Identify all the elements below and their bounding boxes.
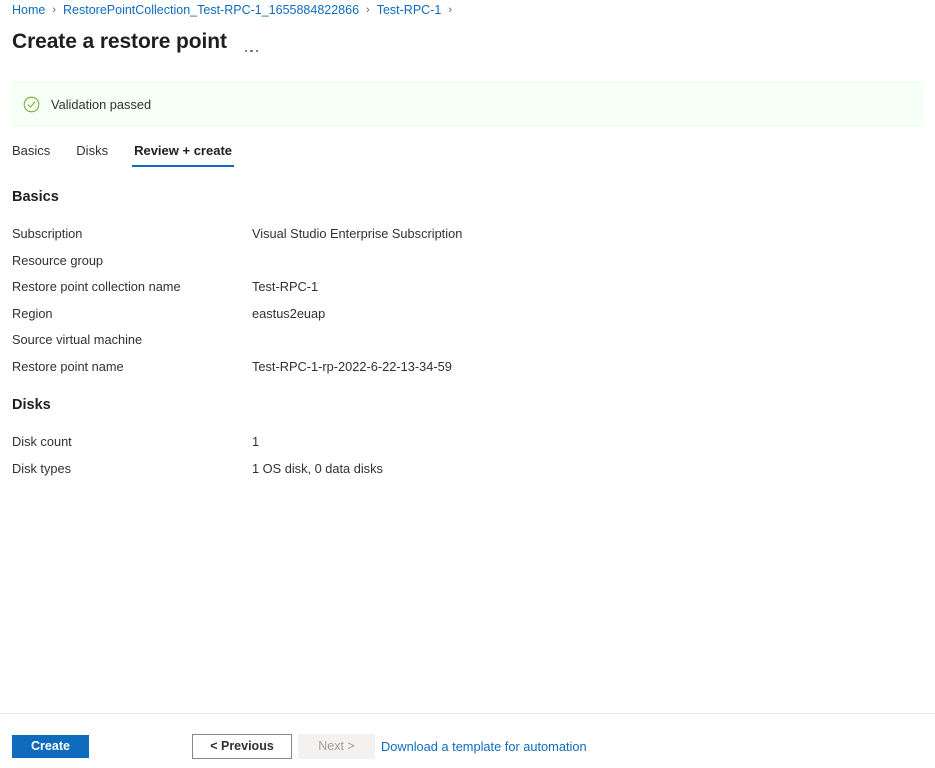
next-button[interactable]: Next >	[298, 734, 375, 759]
summary-row-region: Region eastus2euap	[12, 304, 772, 331]
section-heading-basics: Basics	[12, 189, 59, 205]
summary-row-disk-count: Disk count 1	[12, 432, 772, 459]
more-options-icon[interactable]	[244, 29, 259, 55]
summary-row-disk-types: Disk types 1 OS disk, 0 data disks	[12, 459, 772, 486]
previous-button[interactable]: < Previous	[192, 734, 292, 759]
summary-label: Restore point collection name	[12, 279, 181, 294]
summary-label: Source virtual machine	[12, 332, 143, 347]
tab-disks[interactable]: Disks	[76, 139, 108, 167]
ellipsis-dot	[244, 49, 248, 52]
summary-value: eastus2euap	[252, 305, 326, 321]
check-circle-icon	[23, 96, 40, 112]
summary-value: Visual Studio Enterprise Subscription	[252, 226, 463, 241]
tab-basics[interactable]: Basics	[12, 139, 50, 167]
summary-value: 1 OS disk, 0 data disks	[252, 460, 383, 476]
summary-value: Test-RPC-1-rp-2022-6-22-13-34-59	[252, 358, 452, 374]
summary-row-restore-point-collection-name: Restore point collection name Test-RPC-1	[12, 277, 772, 304]
validation-banner: Validation passed	[12, 81, 923, 127]
summary-label: Resource group	[12, 252, 104, 268]
create-button[interactable]: Create	[12, 735, 89, 758]
summary-label: Subscription	[12, 226, 83, 241]
summary-label: Disk count	[12, 434, 72, 449]
download-template-link[interactable]: Download a template for automation	[381, 734, 587, 759]
breadcrumb-item-home[interactable]: Home	[12, 0, 45, 20]
page-title: Create a restore point	[12, 30, 227, 53]
summary-value: Test-RPC-1	[252, 279, 319, 294]
breadcrumb-separator-icon: ›	[52, 4, 57, 16]
tab-review-create[interactable]: Review + create	[132, 139, 234, 167]
breadcrumb: Home › RestorePointCollection_Test-RPC-1…	[12, 0, 459, 20]
footer-action-bar: Create < Previous Next > Download a temp…	[0, 714, 935, 768]
summary-row-subscription: Subscription Visual Studio Enterprise Su…	[12, 224, 772, 251]
section-heading-disks: Disks	[12, 397, 51, 413]
title-row: Create a restore point	[12, 26, 259, 58]
section-basics: Basics Subscription Visual Studio Enterp…	[12, 188, 772, 383]
breadcrumb-separator-icon: ›	[448, 4, 452, 16]
section-disks: Disks Disk count 1 Disk types 1 OS disk,…	[12, 396, 772, 485]
create-restore-point-page: Home › RestorePointCollection_Test-RPC-1…	[0, 0, 935, 768]
ellipsis-dot	[255, 49, 259, 52]
summary-label: Restore point name	[12, 358, 124, 374]
summary-row-restore-point-name: Restore point name Test-RPC-1-rp-2022-6-…	[12, 357, 772, 384]
summary-row-source-virtual-machine: Source virtual machine	[12, 330, 772, 357]
summary-row-resource-group: Resource group	[12, 251, 772, 278]
breadcrumb-item-restore-point-collection[interactable]: RestorePointCollection_Test-RPC-1_165588…	[63, 0, 359, 20]
ellipsis-dot	[250, 49, 253, 52]
breadcrumb-separator-icon: ›	[366, 4, 370, 16]
breadcrumb-item-test-rpc-1[interactable]: Test-RPC-1	[377, 0, 442, 20]
validation-message: Validation passed	[51, 96, 152, 112]
summary-label: Disk types	[12, 460, 72, 476]
summary-value: 1	[252, 434, 260, 449]
summary-label: Region	[12, 305, 53, 321]
wizard-tabs: Basics Disks Review + create	[12, 139, 258, 169]
